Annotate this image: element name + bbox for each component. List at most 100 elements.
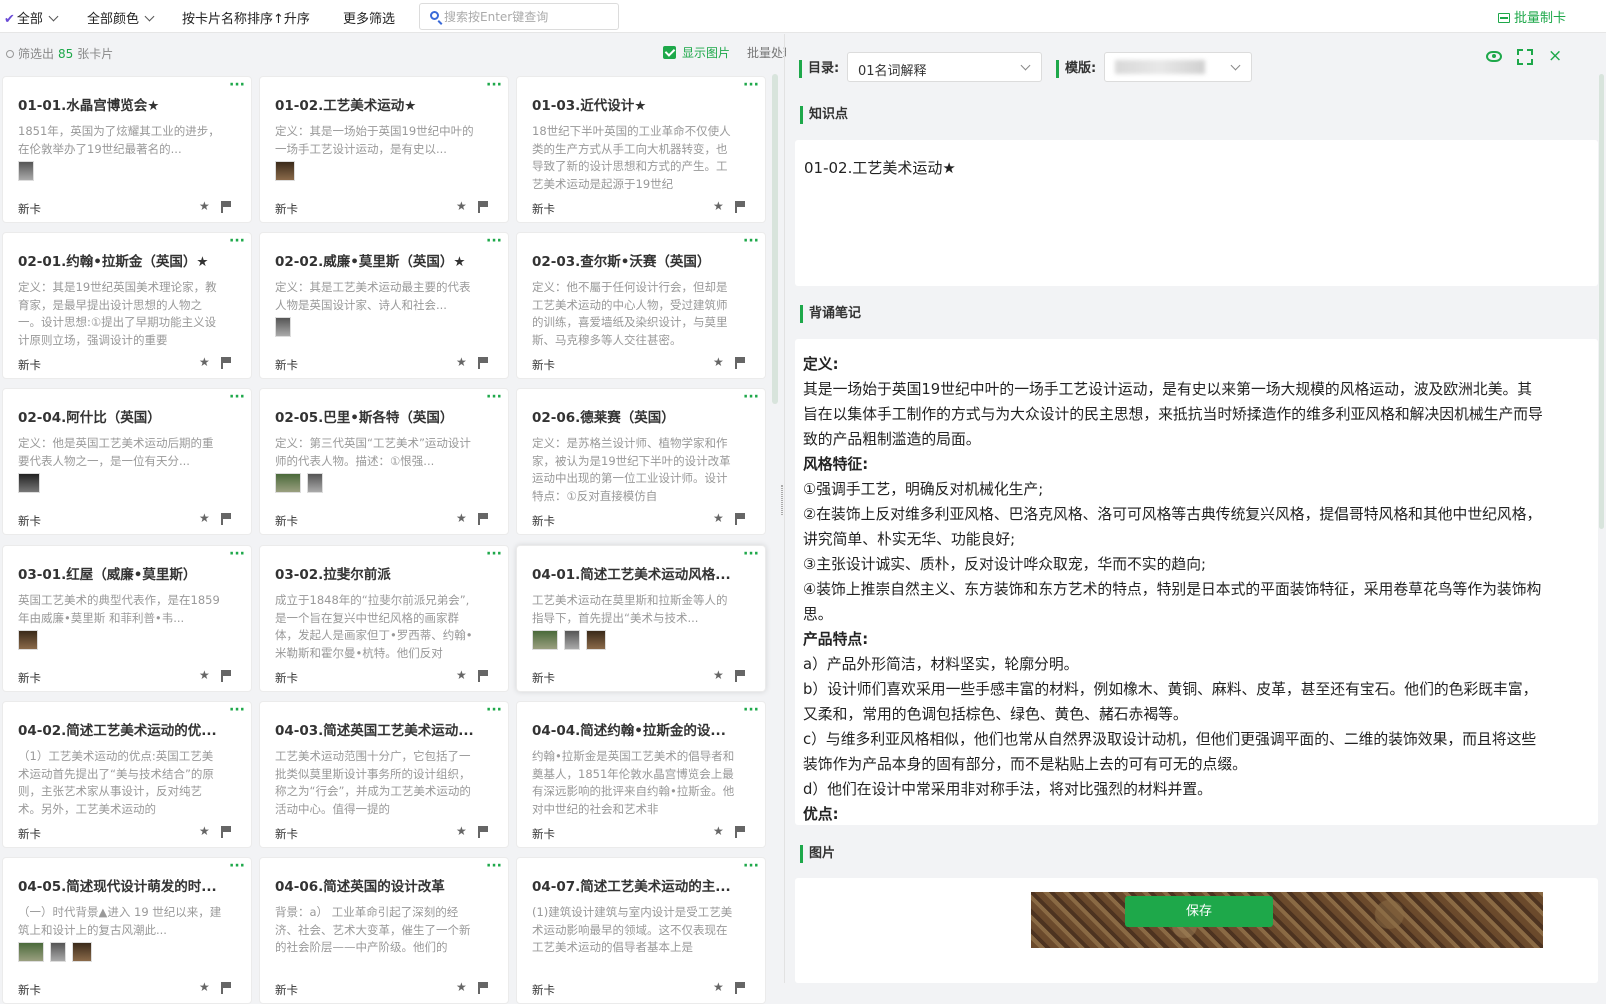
card-item[interactable]: ··· 02-06.德莱赛（英国） 定义：是苏格兰设计师、植物学家和作家，被认为是1… <box>516 388 766 535</box>
card-item[interactable]: ··· 02-04.阿什比（英国） 定义：他是英国工艺美术运动后期的重要代表人物之一… <box>2 388 252 535</box>
editor-scrollbar[interactable] <box>1599 74 1604 529</box>
card-item[interactable]: ··· 04-07.简述工艺美术运动的主... (1)建筑设计建筑与室内设计是受工艺… <box>516 857 766 1004</box>
card-item[interactable]: ··· 04-04.简述约翰•拉斯金的设... 约翰•拉斯金是英国工艺美术的倡导者和… <box>516 701 766 848</box>
star-icon[interactable]: ★ <box>713 355 724 369</box>
all-filter-dropdown[interactable]: ✔ 全部 <box>4 8 59 27</box>
more-options-icon[interactable]: ··· <box>743 547 759 561</box>
close-icon[interactable]: × <box>1548 48 1564 65</box>
sort-button[interactable]: 按卡片名称排序↑升序 <box>182 8 310 27</box>
more-options-icon[interactable]: ··· <box>486 78 502 92</box>
star-icon[interactable]: ★ <box>456 668 467 682</box>
star-icon[interactable]: ★ <box>713 511 724 525</box>
card-description: 定义：他不屬于任何设计行会，但却是工艺美术运动的中心人物，受过建筑师的训练，喜爱… <box>532 280 728 347</box>
note-heading: 优点: <box>803 806 839 823</box>
flag-icon[interactable] <box>735 982 745 994</box>
save-button[interactable]: 保存 <box>1125 896 1273 927</box>
star-icon[interactable]: ★ <box>456 824 467 838</box>
more-options-icon[interactable]: ··· <box>229 234 245 248</box>
card-description: 定义：其是19世纪英国美术理论家，教育家，是最早提出设计思想的人物之一。设计思想… <box>18 280 217 347</box>
card-description: 工艺美术运动在莫里斯和拉斯金等人的指导下，首先提出“美术与技术... <box>532 593 728 625</box>
star-icon[interactable]: ★ <box>713 824 724 838</box>
star-icon[interactable]: ★ <box>456 980 467 994</box>
card-item[interactable]: ··· 04-02.简述工艺美术运动的优... （1）工艺美术运动的优点:英国工艺美… <box>2 701 252 848</box>
wallpaper-image[interactable] <box>1031 892 1543 948</box>
card-item[interactable]: ··· 02-03.查尔斯•沃赛（英国） 定义：他不屬于任何设计行会，但却是工艺美术… <box>516 232 766 379</box>
card-item[interactable]: ··· 03-02.拉斐尔前派 成立于1848年的“拉斐尔前派兄弟会”,是一个旨在复… <box>259 545 509 692</box>
more-options-icon[interactable]: ··· <box>486 859 502 873</box>
card-status-tag: 新卡 <box>275 827 298 841</box>
card-status-tag: 新卡 <box>275 514 298 528</box>
star-icon[interactable]: ★ <box>713 199 724 213</box>
star-icon[interactable]: ★ <box>199 980 210 994</box>
search-icon <box>6 50 14 58</box>
more-options-icon[interactable]: ··· <box>229 703 245 717</box>
flag-icon[interactable] <box>221 826 231 838</box>
flag-icon[interactable] <box>478 670 488 682</box>
card-title: 04-07.简述工艺美术运动的主... <box>532 879 731 895</box>
flag-icon[interactable] <box>735 201 745 213</box>
show-images-toggle[interactable]: 显示图片 <box>663 44 730 61</box>
more-options-icon[interactable]: ··· <box>486 390 502 404</box>
flag-icon[interactable] <box>478 826 488 838</box>
star-icon[interactable]: ★ <box>199 355 210 369</box>
flag-icon[interactable] <box>478 513 488 525</box>
more-options-icon[interactable]: ··· <box>486 234 502 248</box>
star-icon[interactable]: ★ <box>456 355 467 369</box>
star-icon[interactable]: ★ <box>713 668 724 682</box>
card-list-scrollbar[interactable] <box>772 74 778 404</box>
more-options-icon[interactable]: ··· <box>743 78 759 92</box>
flag-icon[interactable] <box>735 670 745 682</box>
fullscreen-icon[interactable] <box>1516 48 1533 65</box>
more-filters-button[interactable]: 更多筛选 <box>343 8 395 27</box>
more-options-icon[interactable]: ··· <box>743 703 759 717</box>
more-options-icon[interactable]: ··· <box>229 78 245 92</box>
search-input[interactable] <box>444 8 614 26</box>
star-icon[interactable]: ★ <box>199 199 210 213</box>
star-icon[interactable]: ★ <box>199 511 210 525</box>
more-options-icon[interactable]: ··· <box>229 859 245 873</box>
card-item[interactable]: ··· 04-06.简述英国的设计改革 背景：a） 工业革命引起了深刻的经济、社会、… <box>259 857 509 1004</box>
flag-icon[interactable] <box>478 201 488 213</box>
more-options-icon[interactable]: ··· <box>229 547 245 561</box>
more-options-icon[interactable]: ··· <box>486 703 502 717</box>
batch-make-button[interactable]: 批量制卡 <box>1497 7 1566 26</box>
card-item[interactable]: ··· 01-02.工艺美术运动★ 定义：其是一场始于英国19世纪中叶的一场手工艺设… <box>259 76 509 223</box>
star-icon[interactable]: ★ <box>713 980 724 994</box>
catalog-select[interactable]: 01名词解释 <box>847 52 1042 82</box>
card-item[interactable]: ··· 01-01.水晶宫博览会★ 1851年，英国为了炫耀其工业的进步，在伦敦举办… <box>2 76 252 223</box>
color-filter-dropdown[interactable]: 全部颜色 <box>87 8 155 27</box>
flag-icon[interactable] <box>221 513 231 525</box>
more-options-icon[interactable]: ··· <box>743 390 759 404</box>
card-item[interactable]: ··· 01-03.近代设计★ 18世纪下半叶英国的工业革命不仅使人类的生产方式从手… <box>516 76 766 223</box>
flag-icon[interactable] <box>478 357 488 369</box>
resize-handle[interactable] <box>781 485 783 515</box>
star-icon[interactable]: ★ <box>199 668 210 682</box>
flag-icon[interactable] <box>735 357 745 369</box>
star-icon[interactable]: ★ <box>456 511 467 525</box>
card-item[interactable]: ··· 02-01.约翰•拉斯金（英国）★ 定义：其是19世纪英国美术理论家，教育家… <box>2 232 252 379</box>
card-thumbnails <box>18 473 46 495</box>
more-options-icon[interactable]: ··· <box>743 859 759 873</box>
card-item[interactable]: ··· 02-05.巴里•斯各特（英国） 定义：第三代英国“工艺美术”运动设计师的代… <box>259 388 509 535</box>
knowledge-field[interactable]: 01-02.工艺美术运动★ <box>795 140 1598 286</box>
flag-icon[interactable] <box>735 513 745 525</box>
template-select[interactable] <box>1104 52 1252 82</box>
card-item[interactable]: ··· 04-01.简述工艺美术运动风格... 工艺美术运动在莫里斯和拉斯金等人的指… <box>516 545 766 692</box>
card-item[interactable]: ··· 04-03.简述英国工艺美术运动... 工艺美术运动范围十分广，它包括了一批… <box>259 701 509 848</box>
notes-field[interactable]: 定义: 其是一场始于英国19世纪中叶的一场手工艺设计运动，是有史以来第一场大规模的… <box>795 339 1598 825</box>
preview-eye-icon[interactable] <box>1486 51 1502 62</box>
star-icon[interactable]: ★ <box>456 199 467 213</box>
card-item[interactable]: ··· 03-01.红屋（威廉•莫里斯） 英国工艺美术的典型代表作，是在1859 年… <box>2 545 252 692</box>
flag-icon[interactable] <box>735 826 745 838</box>
more-options-icon[interactable]: ··· <box>229 390 245 404</box>
card-item[interactable]: ··· 02-02.威廉•莫里斯（英国）★ 定义：其是工艺美术运动最主要的代表人物是… <box>259 232 509 379</box>
flag-icon[interactable] <box>221 982 231 994</box>
flag-icon[interactable] <box>221 670 231 682</box>
more-options-icon[interactable]: ··· <box>743 234 759 248</box>
star-icon[interactable]: ★ <box>199 824 210 838</box>
more-options-icon[interactable]: ··· <box>486 547 502 561</box>
flag-icon[interactable] <box>221 201 231 213</box>
flag-icon[interactable] <box>221 357 231 369</box>
flag-icon[interactable] <box>478 982 488 994</box>
card-item[interactable]: ··· 04-05.简述现代设计萌发的时... （一）时代背景▲进入 19 世纪以来… <box>2 857 252 1004</box>
